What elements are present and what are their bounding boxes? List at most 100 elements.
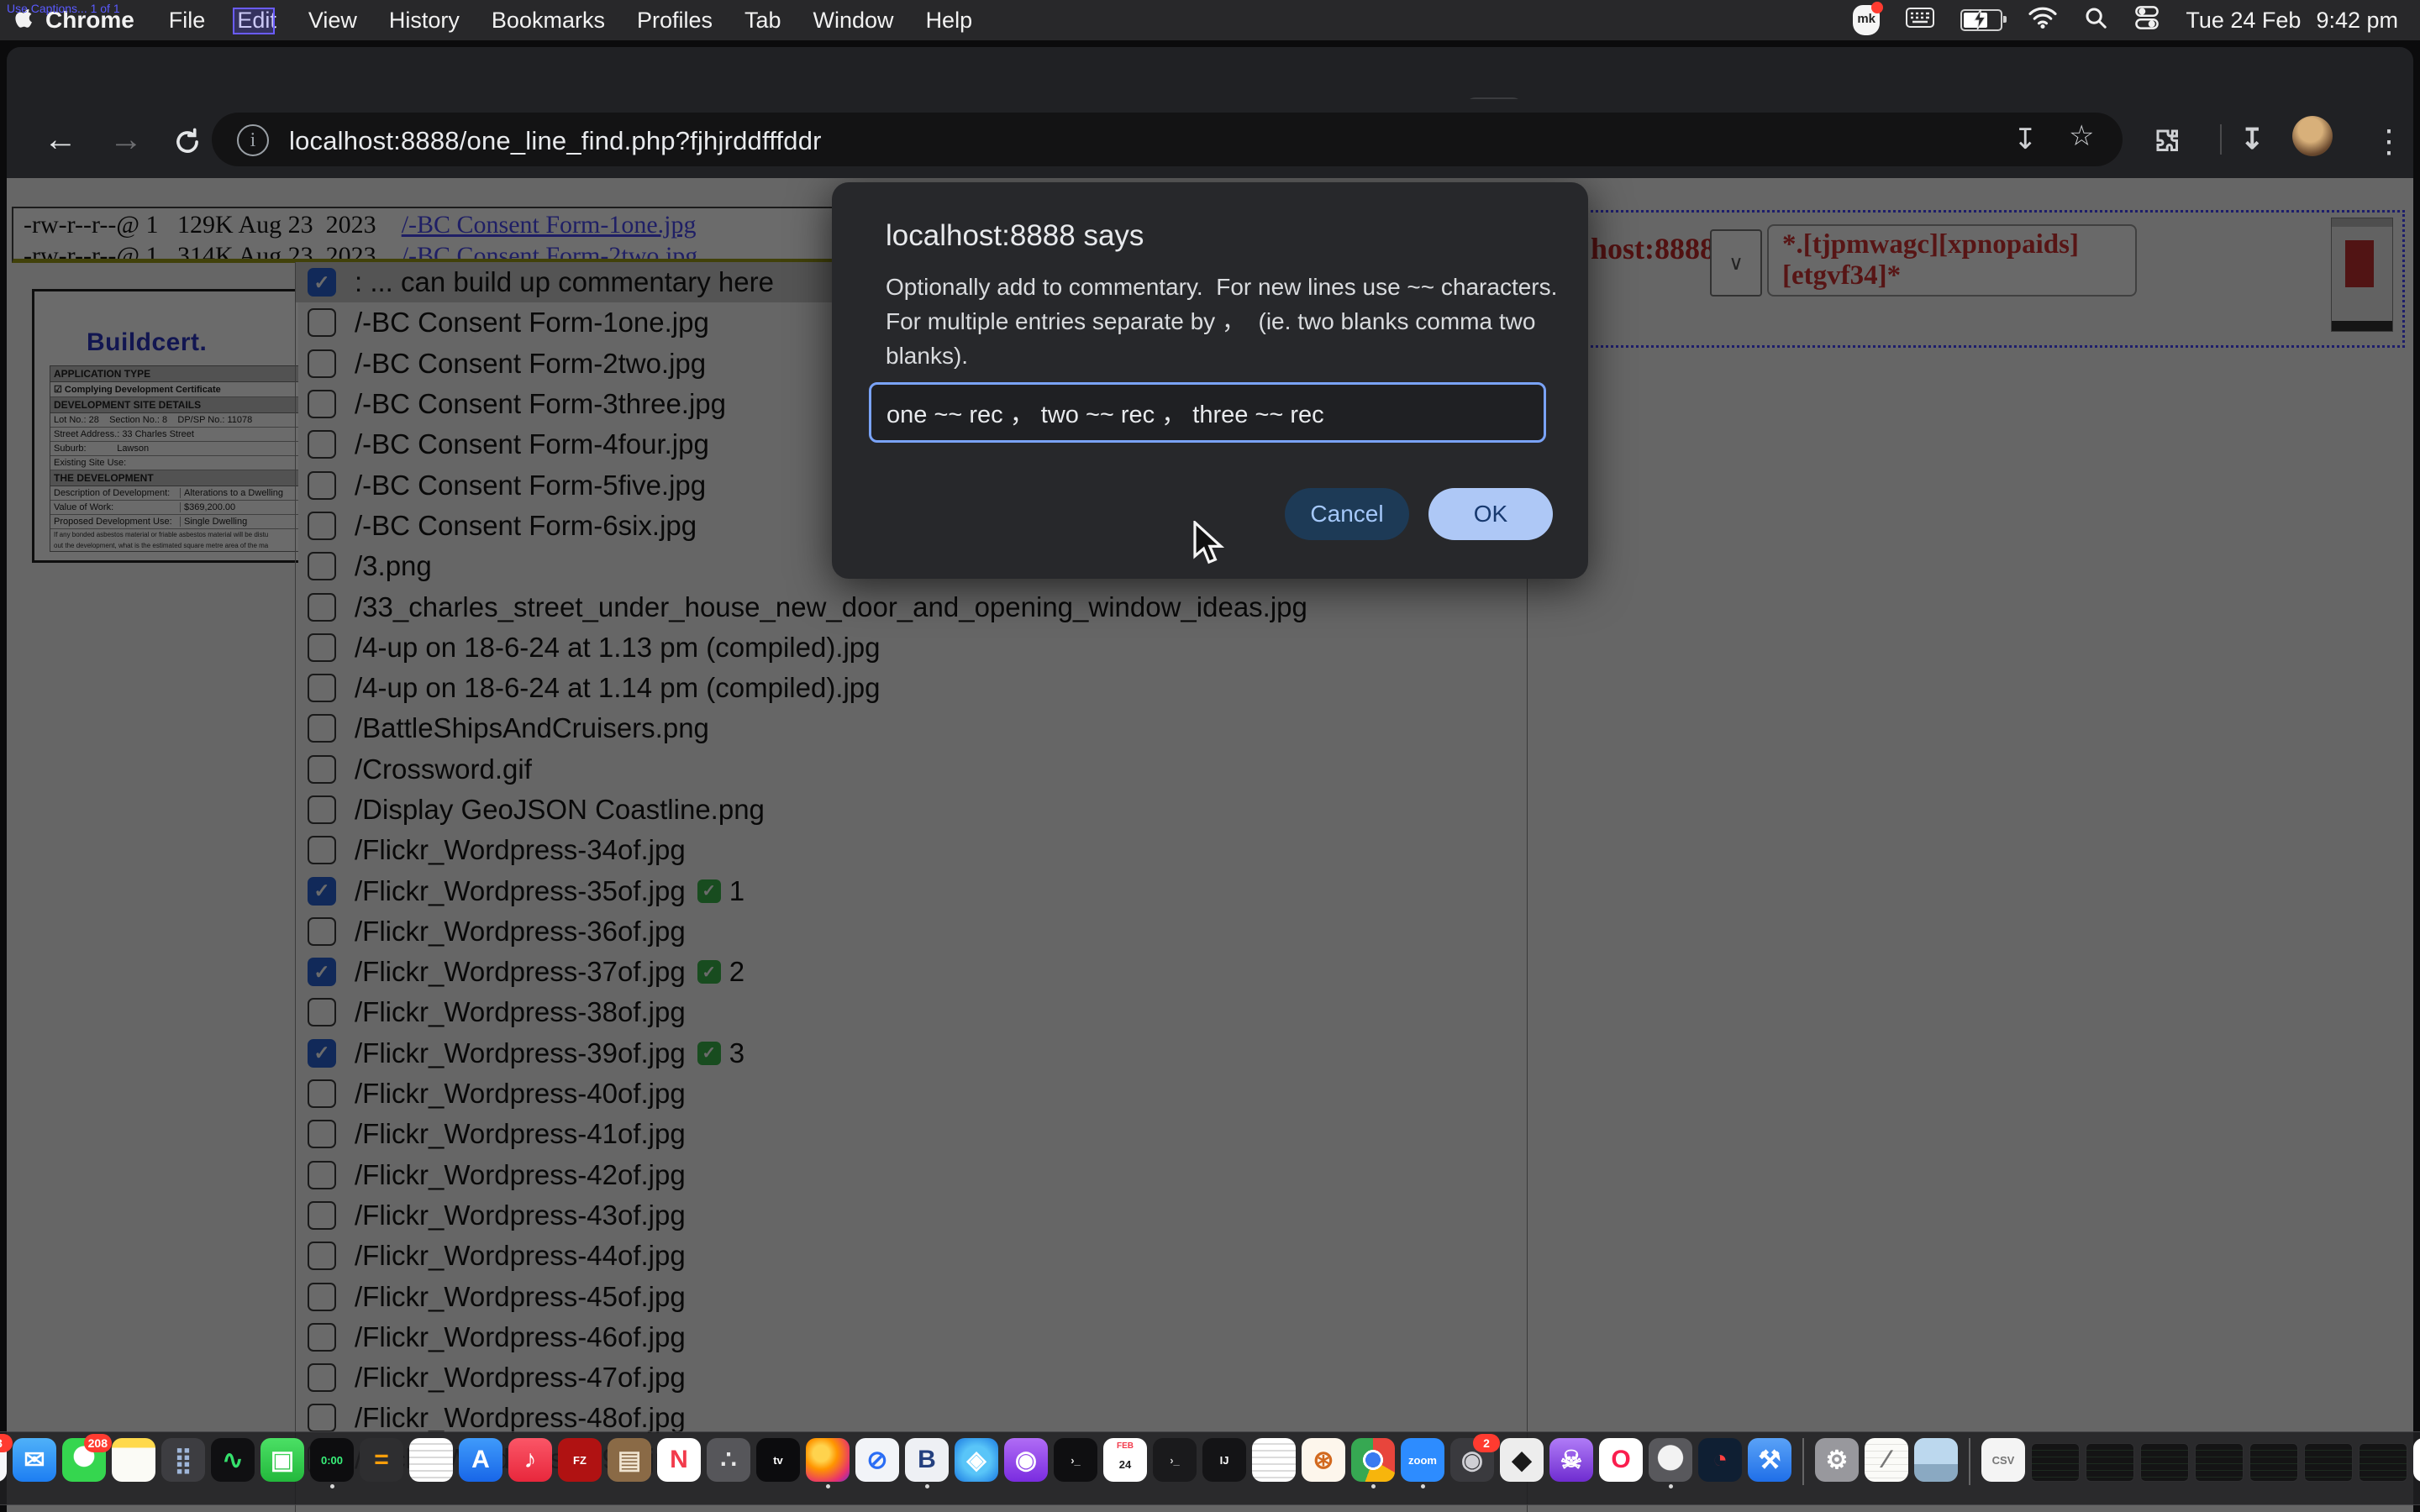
dock-item-calendar[interactable]: 24FEB — [1103, 1438, 1147, 1482]
dock-item-inkscape[interactable]: ◆ — [1500, 1438, 1544, 1482]
notes-icon[interactable] — [112, 1438, 155, 1482]
zoom-icon[interactable]: zoom — [1401, 1438, 1444, 1482]
bookmark-star-icon[interactable]: ☆ — [2069, 119, 2094, 153]
dock-item-circle-slash-app[interactable]: ⊘ — [855, 1438, 899, 1482]
circle-slash-app-icon[interactable]: ⊘ — [855, 1438, 899, 1482]
notes-editor-icon[interactable]: ∕ — [1865, 1438, 1908, 1482]
menubar-menu-file[interactable]: File — [169, 8, 206, 33]
minimized-terminal-window[interactable] — [2359, 1443, 2407, 1482]
gimp-icon[interactable]: ∴ — [707, 1438, 750, 1482]
dock-item-terminal[interactable]: ›_ — [1153, 1438, 1197, 1482]
reload-button[interactable] — [171, 126, 203, 166]
mail-icon[interactable]: ✉ — [13, 1438, 56, 1482]
dock-item-messages[interactable]: 208 — [62, 1438, 106, 1482]
purple-skull-app-icon[interactable]: ☠ — [1549, 1438, 1593, 1482]
menubar-menu-profiles[interactable]: Profiles — [637, 8, 713, 33]
dock-item-photos-window[interactable] — [1914, 1438, 1958, 1482]
dock-item-art-palette[interactable]: ⊛ — [1302, 1438, 1345, 1482]
textedit-icon[interactable] — [409, 1438, 453, 1482]
launchpad-icon[interactable]: ⣿ — [161, 1438, 205, 1482]
dock-item-podcasts[interactable]: ◉ — [1004, 1438, 1048, 1482]
downloads-icon[interactable]: ↧ — [2240, 123, 2265, 156]
cancel-button[interactable]: Cancel — [1285, 488, 1409, 540]
podcasts-icon[interactable]: ◉ — [1004, 1438, 1048, 1482]
safari-icon[interactable]: ◈ — [955, 1438, 998, 1482]
dock-item-launchpad[interactable]: ⣿ — [161, 1438, 205, 1482]
contacts-icon[interactable]: ▤ — [608, 1438, 651, 1482]
dock-item-document[interactable] — [1252, 1438, 1296, 1482]
dock-item-gimp[interactable]: ∴ — [707, 1438, 750, 1482]
dock-item-cards-window[interactable]: ♦ — [2413, 1438, 2420, 1482]
photos-window-icon[interactable] — [1914, 1438, 1958, 1482]
wifi-icon[interactable] — [2028, 6, 2058, 35]
dock-item-xcode[interactable]: ⚒ — [1748, 1438, 1791, 1482]
xcode-icon[interactable]: ⚒ — [1748, 1438, 1791, 1482]
dock-item-intellij-idea[interactable]: IJ — [1202, 1438, 1246, 1482]
dock-item-filezilla[interactable]: FZ — [558, 1438, 602, 1482]
menubar-menu-window[interactable]: Window — [813, 8, 894, 33]
terminal-icon[interactable]: ›_ — [1153, 1438, 1197, 1482]
menubar-menu-bookmarks[interactable]: Bookmarks — [492, 8, 605, 33]
dock-item-app-store[interactable]: A — [459, 1438, 502, 1482]
omnibox-download-icon[interactable]: ↧ — [2013, 123, 2038, 156]
menubar-date[interactable]: Tue 24 Feb — [2186, 8, 2301, 34]
ok-button[interactable]: OK — [1428, 488, 1553, 540]
filezilla-icon[interactable]: FZ — [558, 1438, 602, 1482]
document-icon[interactable] — [1252, 1438, 1296, 1482]
battery-icon[interactable] — [1960, 9, 2002, 31]
menubar-menu-help[interactable]: Help — [926, 8, 973, 33]
cards-window-icon[interactable]: ♦ — [2413, 1438, 2420, 1482]
chrome-icon[interactable] — [1351, 1438, 1395, 1482]
minimized-terminal-window[interactable] — [2249, 1443, 2298, 1482]
spotlight-search-icon[interactable] — [2083, 5, 2108, 36]
dock-item-news[interactable]: N — [657, 1438, 701, 1482]
opera-icon[interactable]: O — [1599, 1438, 1643, 1482]
minimized-terminal-window[interactable] — [2031, 1443, 2080, 1482]
inkscape-icon[interactable]: ◆ — [1500, 1438, 1544, 1482]
activity-terminal-icon[interactable]: 0:00 — [310, 1438, 354, 1482]
dock-item-music[interactable]: ♪ — [508, 1438, 552, 1482]
dock-item-calculator[interactable]: = — [360, 1438, 403, 1482]
profile-avatar[interactable] — [2292, 116, 2333, 156]
facetime-icon[interactable]: ▣ — [260, 1438, 304, 1482]
dock-item-textedit[interactable] — [409, 1438, 453, 1482]
dock-item-zoom[interactable]: zoom — [1401, 1438, 1444, 1488]
art-palette-icon[interactable]: ⊛ — [1302, 1438, 1345, 1482]
app-store-icon[interactable]: A — [459, 1438, 502, 1482]
dock-item-notes-editor[interactable]: ∕ — [1865, 1438, 1908, 1482]
site-info-icon[interactable]: i — [237, 124, 269, 156]
menubar-app-icon[interactable] — [1853, 5, 1880, 35]
minimized-terminal-window[interactable] — [2086, 1443, 2134, 1482]
dialog-text-input[interactable] — [869, 382, 1546, 443]
mamp-icon[interactable] — [1649, 1438, 1692, 1482]
dock-item-contacts[interactable]: ▤ — [608, 1438, 651, 1482]
dock-item-mail[interactable]: ✉ — [13, 1438, 56, 1482]
iterm-terminal-icon[interactable]: ›_ — [1054, 1438, 1097, 1482]
dock-item-apple-tv[interactable]: tv — [756, 1438, 800, 1482]
minimized-terminal-window[interactable] — [2304, 1443, 2353, 1482]
menubar-menu-tab[interactable]: Tab — [744, 8, 781, 33]
minimized-terminal-window[interactable] — [2195, 1443, 2244, 1482]
url-text[interactable]: localhost:8888/one_line_find.php?fjhjrdd… — [289, 126, 822, 156]
dock-item-opera[interactable]: O — [1599, 1438, 1643, 1482]
back-button[interactable]: ← — [44, 121, 77, 159]
forward-button[interactable]: → — [109, 121, 143, 159]
dock-item-automator-utility[interactable]: ⚙ — [1815, 1438, 1859, 1482]
menubar-menu-history[interactable]: History — [389, 8, 460, 33]
dock-item-image-capture[interactable]: ◉2 — [1450, 1438, 1494, 1482]
dock-item-speedtest[interactable]: ◔ — [1698, 1438, 1742, 1482]
news-icon[interactable]: N — [657, 1438, 701, 1482]
dock-item-notes[interactable] — [112, 1438, 155, 1482]
bbedit-icon[interactable]: B — [905, 1438, 949, 1482]
kebab-menu-icon[interactable]: ⋮ — [2373, 123, 2405, 160]
dock-item-chrome[interactable] — [1351, 1438, 1395, 1488]
keyboard-icon[interactable] — [1905, 6, 1935, 35]
control-center-icon[interactable] — [2133, 5, 2160, 36]
dock-item-reminders[interactable]: ≡3 — [0, 1438, 7, 1482]
dock-item-bbedit[interactable]: B — [905, 1438, 949, 1488]
intellij-idea-icon[interactable]: IJ — [1202, 1438, 1246, 1482]
apple-tv-icon[interactable]: tv — [756, 1438, 800, 1482]
music-icon[interactable]: ♪ — [508, 1438, 552, 1482]
audio-waveform-app-icon[interactable]: ∿ — [211, 1438, 255, 1482]
firefox-icon[interactable] — [806, 1438, 850, 1482]
